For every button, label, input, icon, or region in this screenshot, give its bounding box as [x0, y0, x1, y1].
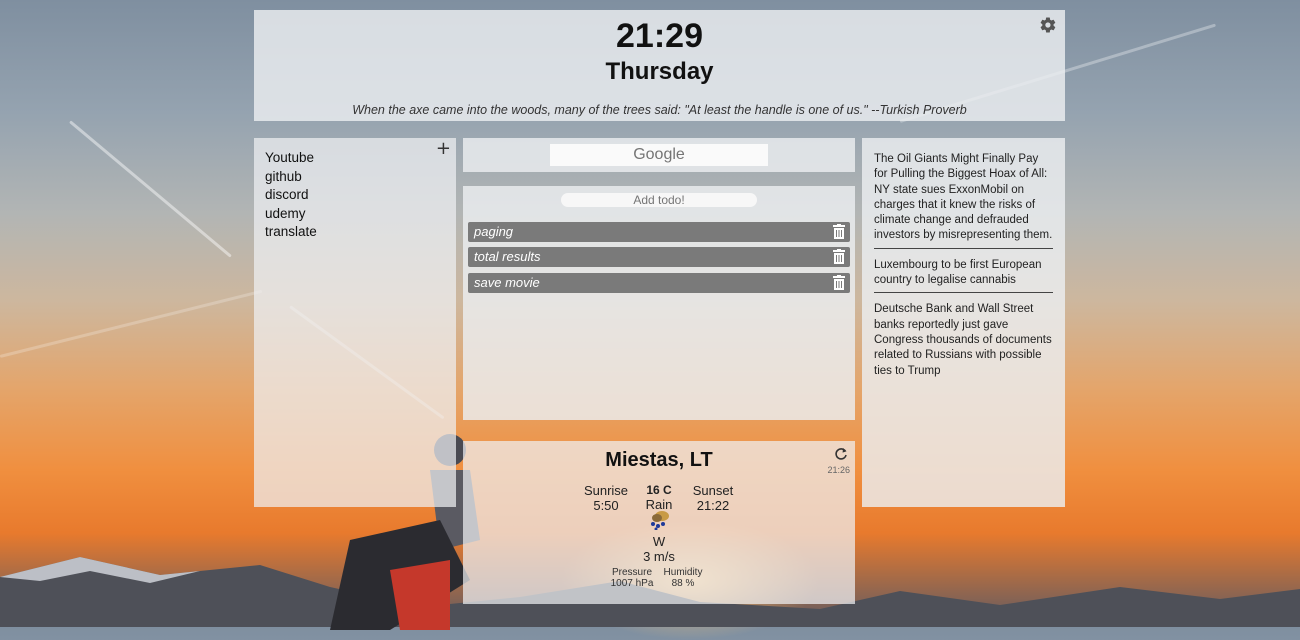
conditions-block: 16 C Rain — [639, 483, 679, 512]
todo-input[interactable] — [561, 193, 757, 207]
sunset-block: Sunset 21:22 — [688, 483, 738, 513]
trash-icon[interactable] — [833, 275, 845, 290]
link-discord[interactable]: discord — [265, 186, 445, 205]
link-youtube[interactable]: Youtube — [265, 149, 445, 168]
links-panel: + Youtube github discord udemy translate — [254, 138, 456, 507]
weather-panel: Miestas, LT 21:26 Sunrise 5:50 16 C Rain… — [463, 441, 855, 604]
header-panel: 21:29 Thursday When the axe came into th… — [254, 10, 1065, 121]
todo-item[interactable]: save movie — [468, 273, 850, 293]
news-divider — [874, 247, 1053, 249]
news-item[interactable]: Deutsche Bank and Wall Street banks repo… — [874, 302, 1053, 378]
wind-speed: 3 m/s — [643, 549, 675, 564]
sunset-value: 21:22 — [696, 498, 730, 513]
todo-item[interactable]: paging — [468, 222, 850, 242]
gear-icon[interactable] — [1039, 16, 1057, 34]
todo-item[interactable]: total results — [468, 247, 850, 267]
add-link-button[interactable]: + — [436, 138, 451, 159]
sunset-label: Sunset — [692, 483, 734, 498]
sunrise-value: 5:50 — [593, 498, 619, 513]
humidity-label: Humidity — [663, 567, 703, 578]
link-translate[interactable]: translate — [265, 223, 445, 242]
contrail — [0, 289, 263, 358]
rain-icon — [651, 511, 669, 530]
trash-icon[interactable] — [833, 249, 845, 264]
sunrise-label: Sunrise — [583, 483, 629, 498]
quote: When the axe came into the woods, many o… — [352, 103, 967, 117]
weather-city: Miestas, LT — [605, 449, 713, 471]
contrail — [69, 120, 232, 258]
temperature: 16 C — [646, 483, 672, 497]
todo-item-text: total results — [474, 249, 541, 264]
pressure-value: 1007 hPa — [610, 578, 654, 589]
pressure-block: Pressure 1007 hPa — [606, 567, 658, 589]
pressure-label: Pressure — [611, 567, 652, 578]
news-item[interactable]: Luxembourg to be first European country … — [874, 258, 1053, 289]
humidity-value: 88 % — [671, 578, 695, 589]
news-panel: The Oil Giants Might Finally Pay for Pul… — [862, 138, 1065, 507]
sunrise-block: Sunrise 5:50 — [581, 483, 631, 513]
news-item[interactable]: The Oil Giants Might Finally Pay for Pul… — [874, 152, 1053, 244]
weekday: Thursday — [605, 58, 714, 85]
search-panel — [463, 138, 855, 172]
link-udemy[interactable]: udemy — [265, 205, 445, 224]
link-github[interactable]: github — [265, 168, 445, 187]
news-divider — [874, 292, 1053, 294]
weather-updated-time: 21:26 — [827, 465, 850, 475]
humidity-block: Humidity 88 % — [658, 567, 708, 589]
refresh-icon[interactable] — [834, 447, 848, 461]
clock: 21:29 — [616, 17, 703, 55]
wind-block: W 3 m/s — [629, 534, 689, 564]
todo-item-text: save movie — [474, 275, 540, 290]
todo-panel: paging total results save movie — [463, 186, 855, 420]
wind-direction: W — [652, 534, 666, 549]
todo-item-text: paging — [474, 224, 514, 239]
search-input[interactable] — [550, 144, 768, 166]
trash-icon[interactable] — [833, 224, 845, 239]
